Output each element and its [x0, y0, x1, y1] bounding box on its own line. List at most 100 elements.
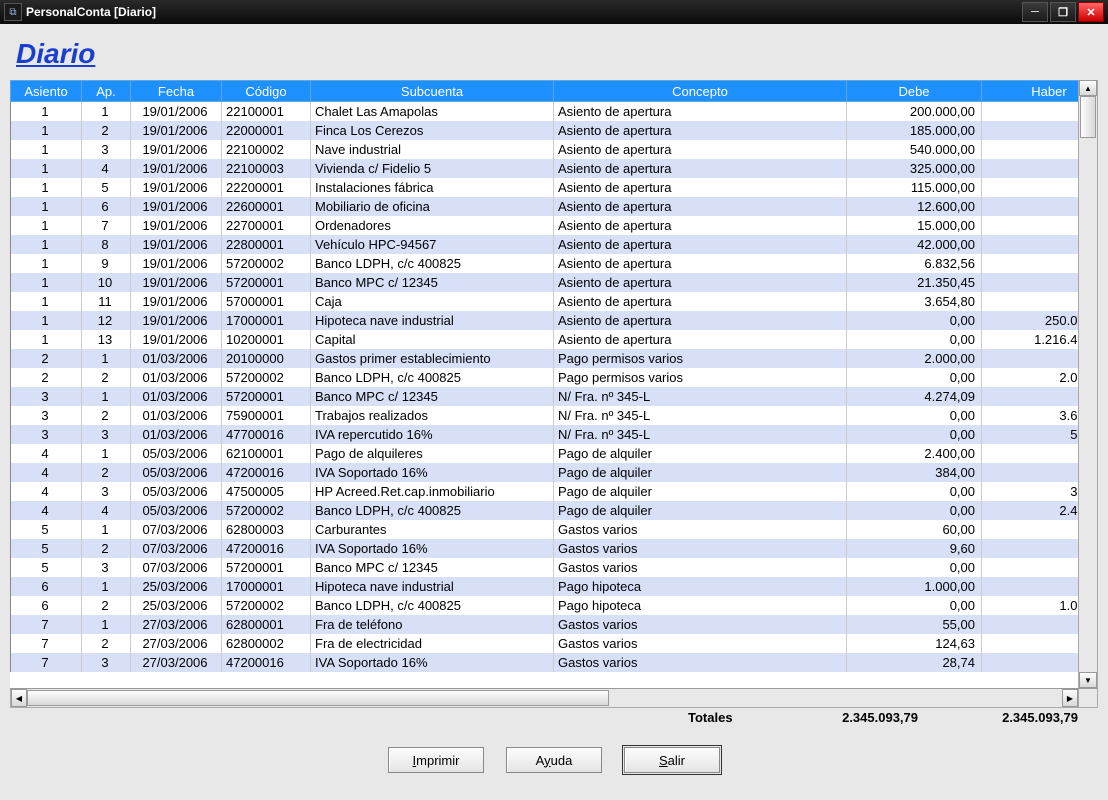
- table-row[interactable]: 7127/03/200662800001Fra de teléfonoGasto…: [11, 615, 1079, 634]
- vscroll-thumb[interactable]: [1080, 96, 1096, 138]
- cell-subcuenta: Banco LDPH, c/c 400825: [311, 368, 554, 387]
- cell-subcuenta: Pago de alquileres: [311, 444, 554, 463]
- table-row[interactable]: 4305/03/200647500005HP Acreed.Ret.cap.in…: [11, 482, 1079, 501]
- table-row[interactable]: 1219/01/200622000001Finca Los CerezosAsi…: [11, 121, 1079, 140]
- horizontal-scrollbar[interactable]: ◀ ▶: [10, 689, 1098, 708]
- cell-asiento: 1: [11, 178, 82, 197]
- col-header-fecha[interactable]: Fecha: [131, 81, 222, 102]
- table-row[interactable]: 1819/01/200622800001Vehículo HPC-94567As…: [11, 235, 1079, 254]
- cell-concepto: Gastos varios: [554, 558, 847, 577]
- table-row[interactable]: 11019/01/200657200001Banco MPC c/ 12345A…: [11, 273, 1079, 292]
- cell-subcuenta: Carburantes: [311, 520, 554, 539]
- table-row[interactable]: 4105/03/200662100001Pago de alquileresPa…: [11, 444, 1079, 463]
- table-row[interactable]: 1119/01/200622100001Chalet Las AmapolasA…: [11, 102, 1079, 122]
- cell-codigo: 20100000: [222, 349, 311, 368]
- table-row[interactable]: 3301/03/200647700016IVA repercutido 16%N…: [11, 425, 1079, 444]
- cell-debe: 115.000,00: [847, 178, 982, 197]
- hscroll-track[interactable]: [27, 689, 1062, 707]
- diario-table[interactable]: AsientoAp.FechaCódigoSubcuentaConceptoDe…: [10, 80, 1078, 672]
- grid-viewport[interactable]: AsientoAp.FechaCódigoSubcuentaConceptoDe…: [10, 80, 1078, 688]
- exit-button[interactable]: Salir: [624, 747, 720, 773]
- help-button[interactable]: Ayuda: [506, 747, 602, 773]
- cell-haber: 1.000,00: [982, 596, 1079, 615]
- table-row[interactable]: 6125/03/200617000001Hipoteca nave indust…: [11, 577, 1079, 596]
- scroll-right-arrow[interactable]: ▶: [1062, 689, 1078, 707]
- minimize-button[interactable]: ─: [1022, 2, 1048, 22]
- cell-codigo: 10200001: [222, 330, 311, 349]
- cell-asiento: 7: [11, 653, 82, 672]
- table-row[interactable]: 3101/03/200657200001Banco MPC c/ 12345N/…: [11, 387, 1079, 406]
- col-header-subcuenta[interactable]: Subcuenta: [311, 81, 554, 102]
- cell-ap: 9: [82, 254, 131, 273]
- cell-haber: 0,00: [982, 102, 1079, 122]
- cell-codigo: 47500005: [222, 482, 311, 501]
- cell-debe: 60,00: [847, 520, 982, 539]
- cell-codigo: 62100001: [222, 444, 311, 463]
- table-row[interactable]: 11119/01/200657000001CajaAsiento de aper…: [11, 292, 1079, 311]
- col-header-debe[interactable]: Debe: [847, 81, 982, 102]
- cell-ap: 5: [82, 178, 131, 197]
- scroll-up-arrow[interactable]: ▲: [1079, 80, 1097, 96]
- table-row[interactable]: 4405/03/200657200002Banco LDPH, c/c 4008…: [11, 501, 1079, 520]
- table-row[interactable]: 1419/01/200622100003Vivienda c/ Fidelio …: [11, 159, 1079, 178]
- totals-row: Totales 2.345.093,79 2.345.093,79: [0, 710, 1078, 725]
- hscroll-thumb[interactable]: [27, 690, 609, 706]
- vertical-scrollbar[interactable]: ▲ ▼: [1078, 80, 1098, 688]
- col-header-codigo[interactable]: Código: [222, 81, 311, 102]
- table-row[interactable]: 3201/03/200675900001Trabajos realizadosN…: [11, 406, 1079, 425]
- cell-subcuenta: Hipoteca nave industrial: [311, 577, 554, 596]
- scroll-down-arrow[interactable]: ▼: [1079, 672, 1097, 688]
- cell-subcuenta: Banco MPC c/ 12345: [311, 273, 554, 292]
- cell-subcuenta: Ordenadores: [311, 216, 554, 235]
- cell-codigo: 22100002: [222, 140, 311, 159]
- table-row[interactable]: 1519/01/200622200001Instalaciones fábric…: [11, 178, 1079, 197]
- cell-asiento: 3: [11, 387, 82, 406]
- table-row[interactable]: 1319/01/200622100002Nave industrialAsien…: [11, 140, 1079, 159]
- table-row[interactable]: 7327/03/200647200016IVA Soportado 16%Gas…: [11, 653, 1079, 672]
- cell-concepto: Gastos varios: [554, 615, 847, 634]
- print-button[interactable]: Imprimir: [388, 747, 484, 773]
- cell-fecha: 19/01/2006: [131, 273, 222, 292]
- table-row[interactable]: 11319/01/200610200001CapitalAsiento de a…: [11, 330, 1079, 349]
- close-button[interactable]: ✕: [1078, 2, 1104, 22]
- cell-asiento: 6: [11, 596, 82, 615]
- scroll-corner: [1078, 689, 1098, 707]
- col-header-ap[interactable]: Ap.: [82, 81, 131, 102]
- table-row[interactable]: 1919/01/200657200002Banco LDPH, c/c 4008…: [11, 254, 1079, 273]
- vscroll-track[interactable]: [1079, 96, 1097, 672]
- table-row[interactable]: 4205/03/200647200016IVA Soportado 16%Pag…: [11, 463, 1079, 482]
- cell-haber: 0,00: [982, 159, 1079, 178]
- cell-subcuenta: Hipoteca nave industrial: [311, 311, 554, 330]
- cell-codigo: 75900001: [222, 406, 311, 425]
- cell-fecha: 19/01/2006: [131, 292, 222, 311]
- maximize-button[interactable]: ❐: [1050, 2, 1076, 22]
- col-header-haber[interactable]: Haber: [982, 81, 1079, 102]
- cell-haber: 0,00: [982, 577, 1079, 596]
- cell-ap: 3: [82, 558, 131, 577]
- cell-debe: 6.832,56: [847, 254, 982, 273]
- table-row[interactable]: 2201/03/200657200002Banco LDPH, c/c 4008…: [11, 368, 1079, 387]
- cell-ap: 2: [82, 121, 131, 140]
- table-row[interactable]: 1719/01/200622700001OrdenadoresAsiento d…: [11, 216, 1079, 235]
- cell-subcuenta: Finca Los Cerezos: [311, 121, 554, 140]
- col-header-concepto[interactable]: Concepto: [554, 81, 847, 102]
- cell-subcuenta: IVA Soportado 16%: [311, 463, 554, 482]
- col-header-asiento[interactable]: Asiento: [11, 81, 82, 102]
- table-row[interactable]: 6225/03/200657200002Banco LDPH, c/c 4008…: [11, 596, 1079, 615]
- cell-concepto: Gastos varios: [554, 539, 847, 558]
- cell-ap: 6: [82, 197, 131, 216]
- table-row[interactable]: 2101/03/200620100000Gastos primer establ…: [11, 349, 1079, 368]
- cell-codigo: 57200002: [222, 368, 311, 387]
- cell-subcuenta: Banco MPC c/ 12345: [311, 558, 554, 577]
- table-row[interactable]: 5107/03/200662800003CarburantesGastos va…: [11, 520, 1079, 539]
- cell-asiento: 1: [11, 273, 82, 292]
- scroll-left-arrow[interactable]: ◀: [11, 689, 27, 707]
- cell-asiento: 2: [11, 349, 82, 368]
- cell-haber: 0,00: [982, 520, 1079, 539]
- cell-ap: 3: [82, 425, 131, 444]
- table-row[interactable]: 11219/01/200617000001Hipoteca nave indus…: [11, 311, 1079, 330]
- table-row[interactable]: 5307/03/200657200001Banco MPC c/ 12345Ga…: [11, 558, 1079, 577]
- table-row[interactable]: 7227/03/200662800002Fra de electricidadG…: [11, 634, 1079, 653]
- table-row[interactable]: 5207/03/200647200016IVA Soportado 16%Gas…: [11, 539, 1079, 558]
- table-row[interactable]: 1619/01/200622600001Mobiliario de oficin…: [11, 197, 1079, 216]
